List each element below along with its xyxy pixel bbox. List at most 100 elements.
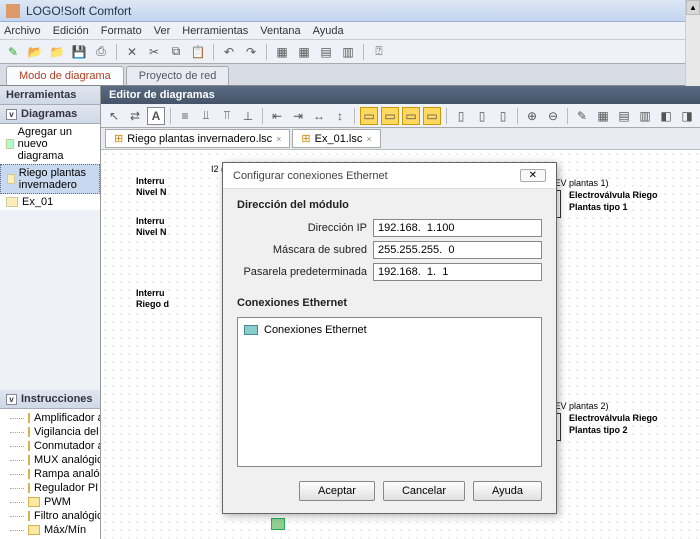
tool1-icon[interactable]: ✎ bbox=[573, 107, 591, 125]
ethernet-dialog: Configurar conexiones Ethernet ✕ Direcci… bbox=[222, 162, 557, 514]
ip-label: Dirección IP bbox=[237, 222, 367, 234]
diagramas-header[interactable]: vDiagramas bbox=[0, 105, 100, 124]
tree-amp[interactable]: Amplificador analógico bbox=[0, 411, 100, 425]
tree-vig[interactable]: Vigilancia del valor analógico bbox=[0, 425, 100, 439]
new-icon[interactable]: ✎ bbox=[4, 43, 22, 61]
dist2-icon[interactable]: ⇥ bbox=[289, 107, 307, 125]
folder-icon[interactable]: 📁 bbox=[48, 43, 66, 61]
mask-label: Máscara de subred bbox=[237, 244, 367, 256]
align3-icon[interactable]: ⫪ bbox=[218, 107, 236, 125]
label-ev2b: Plantas tipo 2 bbox=[569, 425, 628, 435]
tree-pwm[interactable]: PWM bbox=[0, 495, 100, 509]
dialog-titlebar: Configurar conexiones Ethernet ✕ bbox=[223, 163, 556, 189]
tool5-icon[interactable]: ◧ bbox=[657, 107, 675, 125]
redo-icon[interactable]: ↷ bbox=[242, 43, 260, 61]
close-icon[interactable]: × bbox=[276, 134, 281, 144]
link-icon[interactable]: ⇄ bbox=[126, 107, 144, 125]
undo-icon[interactable]: ↶ bbox=[220, 43, 238, 61]
chevron-down-icon[interactable]: v bbox=[6, 109, 17, 120]
copy-icon[interactable]: ⧉ bbox=[167, 43, 185, 61]
block-icon bbox=[28, 525, 40, 535]
help-icon[interactable]: ⍰ bbox=[370, 43, 388, 61]
y4-icon[interactable]: ▭ bbox=[423, 107, 441, 125]
cancelar-button[interactable]: Cancelar bbox=[383, 481, 465, 501]
add-diagram-item[interactable]: Agregar un nuevo diagrama bbox=[0, 124, 100, 164]
menu-formato[interactable]: Formato bbox=[101, 25, 142, 37]
dist1-icon[interactable]: ⇤ bbox=[268, 107, 286, 125]
block-small[interactable] bbox=[271, 518, 285, 530]
titlebar: LOGO!Soft Comfort bbox=[0, 0, 700, 22]
aceptar-button[interactable]: Aceptar bbox=[299, 481, 375, 501]
menu-edicion[interactable]: Edición bbox=[53, 25, 89, 37]
paste-icon[interactable]: 📋 bbox=[189, 43, 207, 61]
diagram-item-ex01[interactable]: Ex_01 bbox=[0, 194, 100, 210]
tool2-icon[interactable]: ▦ bbox=[594, 107, 612, 125]
zoom-out-icon[interactable]: ⊖ bbox=[544, 107, 562, 125]
text-icon[interactable]: A bbox=[147, 107, 165, 125]
menu-ver[interactable]: Ver bbox=[154, 25, 171, 37]
block-icon bbox=[28, 427, 30, 437]
zoom-in-icon[interactable]: ⊕ bbox=[523, 107, 541, 125]
diagrams-list: Agregar un nuevo diagrama Riego plantas … bbox=[0, 124, 100, 210]
tool4-icon[interactable]: ▥ bbox=[636, 107, 654, 125]
label-interr3: Interru bbox=[136, 288, 165, 298]
gateway-label: Pasarela predeterminada bbox=[237, 266, 367, 278]
tree-max[interactable]: Máx/Mín bbox=[0, 523, 100, 537]
menu-archivo[interactable]: Archivo bbox=[4, 25, 41, 37]
print-icon[interactable]: ⎙ bbox=[92, 43, 110, 61]
label-interr1: Interru bbox=[136, 176, 165, 186]
pointer-icon[interactable]: ↖ bbox=[105, 107, 123, 125]
file-tab-ex01[interactable]: ⊞Ex_01.lsc× bbox=[292, 129, 380, 148]
ayuda-button[interactable]: Ayuda bbox=[473, 481, 542, 501]
align1-icon[interactable]: ≡ bbox=[176, 107, 194, 125]
menu-herramientas[interactable]: Herramientas bbox=[182, 25, 248, 37]
cut-icon[interactable]: ✂ bbox=[145, 43, 163, 61]
y2-icon[interactable]: ▭ bbox=[381, 107, 399, 125]
dist4-icon[interactable]: ↕ bbox=[331, 107, 349, 125]
tree-rampa[interactable]: Rampa analógica bbox=[0, 467, 100, 481]
tool6-icon[interactable]: ◨ bbox=[678, 107, 696, 125]
block-icon bbox=[28, 455, 30, 465]
mask-input[interactable] bbox=[373, 241, 542, 259]
close-button[interactable]: ✕ bbox=[520, 169, 546, 182]
chevron-down-icon[interactable]: v bbox=[6, 394, 17, 405]
block-icon bbox=[28, 469, 30, 479]
instrucciones-header[interactable]: vInstrucciones bbox=[0, 390, 100, 409]
grid1-icon[interactable]: ▦ bbox=[273, 43, 291, 61]
page2-icon[interactable]: ▯ bbox=[473, 107, 491, 125]
page1-icon[interactable]: ▯ bbox=[452, 107, 470, 125]
tree-conm[interactable]: Conmutador analógico de va bbox=[0, 439, 100, 453]
close-icon[interactable]: × bbox=[366, 134, 371, 144]
app-icon bbox=[6, 4, 20, 18]
menu-ventana[interactable]: Ventana bbox=[260, 25, 300, 37]
delete-icon[interactable]: ✕ bbox=[123, 43, 141, 61]
diagram-item-riego[interactable]: Riego plantas invernadero bbox=[0, 164, 100, 194]
gateway-input[interactable] bbox=[373, 263, 542, 281]
file-tab-riego[interactable]: ⊞Riego plantas invernadero.lsc× bbox=[105, 129, 290, 148]
dist3-icon[interactable]: ↔ bbox=[310, 107, 328, 125]
page3-icon[interactable]: ▯ bbox=[494, 107, 512, 125]
grid4-icon[interactable]: ▥ bbox=[339, 43, 357, 61]
tree-mux[interactable]: MUX analógico bbox=[0, 453, 100, 467]
connection-item[interactable]: Conexiones Ethernet bbox=[242, 322, 537, 338]
tool3-icon[interactable]: ▤ bbox=[615, 107, 633, 125]
instruction-tree: Amplificador analógico Vigilancia del va… bbox=[0, 409, 100, 539]
tab-proyecto-red[interactable]: Proyecto de red bbox=[126, 66, 230, 85]
tree-reg[interactable]: Regulador PI bbox=[0, 481, 100, 495]
editor-header: Editor de diagramas bbox=[101, 86, 700, 104]
y1-icon[interactable]: ▭ bbox=[360, 107, 378, 125]
save-icon[interactable]: 💾 bbox=[70, 43, 88, 61]
label-nivel2: Nivel N bbox=[136, 227, 167, 237]
open-icon[interactable]: 📂 bbox=[26, 43, 44, 61]
grid3-icon[interactable]: ▤ bbox=[317, 43, 335, 61]
menu-ayuda[interactable]: Ayuda bbox=[313, 25, 344, 37]
block-icon bbox=[28, 413, 30, 423]
y3-icon[interactable]: ▭ bbox=[402, 107, 420, 125]
ip-input[interactable] bbox=[373, 219, 542, 237]
align2-icon[interactable]: ⫫ bbox=[197, 107, 215, 125]
tree-filtro[interactable]: Filtro analógico bbox=[0, 509, 100, 523]
tab-modo-diagrama[interactable]: Modo de diagrama bbox=[6, 66, 124, 85]
grid2-icon[interactable]: ▦ bbox=[295, 43, 313, 61]
connections-list[interactable]: Conexiones Ethernet bbox=[237, 317, 542, 467]
align4-icon[interactable]: ⊥ bbox=[239, 107, 257, 125]
